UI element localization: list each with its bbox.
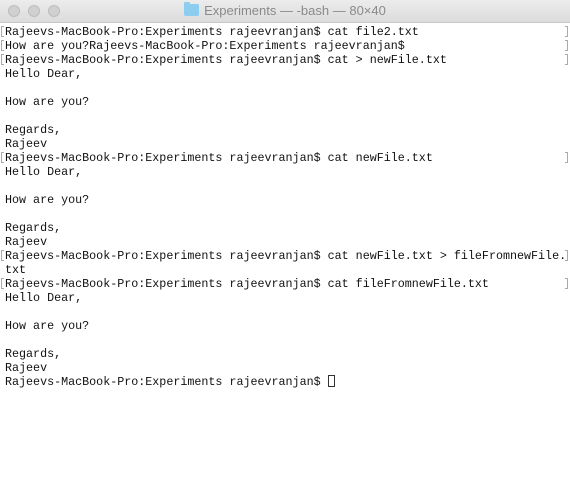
terminal-line: Rajeevs-MacBook-Pro:Experiments rajeevra… [0, 249, 570, 263]
terminal-line: Rajeev [0, 235, 570, 249]
terminal-line: Rajeevs-MacBook-Pro:Experiments rajeevra… [0, 25, 570, 39]
line-text: Rajeev [5, 137, 48, 151]
line-mark-right [565, 278, 568, 289]
line-text: Rajeevs-MacBook-Pro:Experiments rajeevra… [5, 249, 567, 263]
prompt-line[interactable]: Rajeevs-MacBook-Pro:Experiments rajeevra… [0, 375, 570, 389]
terminal-line: txt [0, 263, 570, 277]
line-mark-right [565, 54, 568, 65]
line-mark-right [565, 26, 568, 37]
line-mark-left [1, 250, 4, 261]
line-text: Regards, [5, 347, 62, 361]
title-bar: Experiments — -bash — 80×40 [0, 0, 570, 23]
line-text: Rajeev [5, 361, 48, 375]
terminal-line: Rajeevs-MacBook-Pro:Experiments rajeevra… [0, 53, 570, 67]
terminal-line: How are you?Rajeevs-MacBook-Pro:Experime… [0, 39, 570, 53]
line-text: How are you? [5, 319, 90, 333]
terminal-line: Rajeev [0, 137, 570, 151]
terminal-line: Hello Dear, [0, 67, 570, 81]
line-mark-left [1, 152, 4, 163]
window-title-container: Experiments — -bash — 80×40 [0, 2, 570, 18]
line-text: txt [5, 263, 27, 277]
line-text: Rajeevs-MacBook-Pro:Experiments rajeevra… [5, 151, 433, 165]
cursor [327, 375, 335, 387]
line-text: Hello Dear, [5, 67, 83, 81]
line-mark-left [1, 54, 4, 65]
line-text: Rajeevs-MacBook-Pro:Experiments rajeevra… [5, 53, 447, 67]
line-mark-right [565, 152, 568, 163]
window-title: Experiments — -bash — 80×40 [204, 3, 386, 18]
line-text: How are you? [5, 193, 90, 207]
terminal-line: Hello Dear, [0, 165, 570, 179]
terminal-output[interactable]: Rajeevs-MacBook-Pro:Experiments rajeevra… [0, 25, 570, 389]
folder-icon [184, 2, 200, 16]
terminal-line: Rajeev [0, 361, 570, 375]
line-mark-right [565, 40, 568, 51]
line-text: How are you?Rajeevs-MacBook-Pro:Experime… [5, 39, 405, 53]
terminal-line: Regards, [0, 347, 570, 361]
line-text: Rajeevs-MacBook-Pro:Experiments rajeevra… [5, 25, 419, 39]
terminal-line: How are you? [0, 319, 570, 333]
line-text: Rajeevs-MacBook-Pro:Experiments rajeevra… [5, 277, 489, 291]
line-text: Regards, [5, 221, 62, 235]
line-text: Regards, [5, 123, 62, 137]
line-text: Rajeev [5, 235, 48, 249]
terminal-line: Rajeevs-MacBook-Pro:Experiments rajeevra… [0, 277, 570, 291]
line-text: Hello Dear, [5, 165, 83, 179]
line-mark-left [1, 278, 4, 289]
terminal-line: How are you? [0, 95, 570, 109]
terminal-line: How are you? [0, 193, 570, 207]
terminal-line: Hello Dear, [0, 291, 570, 305]
line-mark-left [1, 40, 4, 51]
line-mark-right [565, 250, 568, 261]
terminal-line: Regards, [0, 123, 570, 137]
line-mark-left [1, 26, 4, 37]
line-text: Hello Dear, [5, 291, 83, 305]
prompt-text: Rajeevs-MacBook-Pro:Experiments rajeevra… [5, 375, 328, 389]
terminal-line: Rajeevs-MacBook-Pro:Experiments rajeevra… [0, 151, 570, 165]
line-text: How are you? [5, 95, 90, 109]
terminal-line: Regards, [0, 221, 570, 235]
